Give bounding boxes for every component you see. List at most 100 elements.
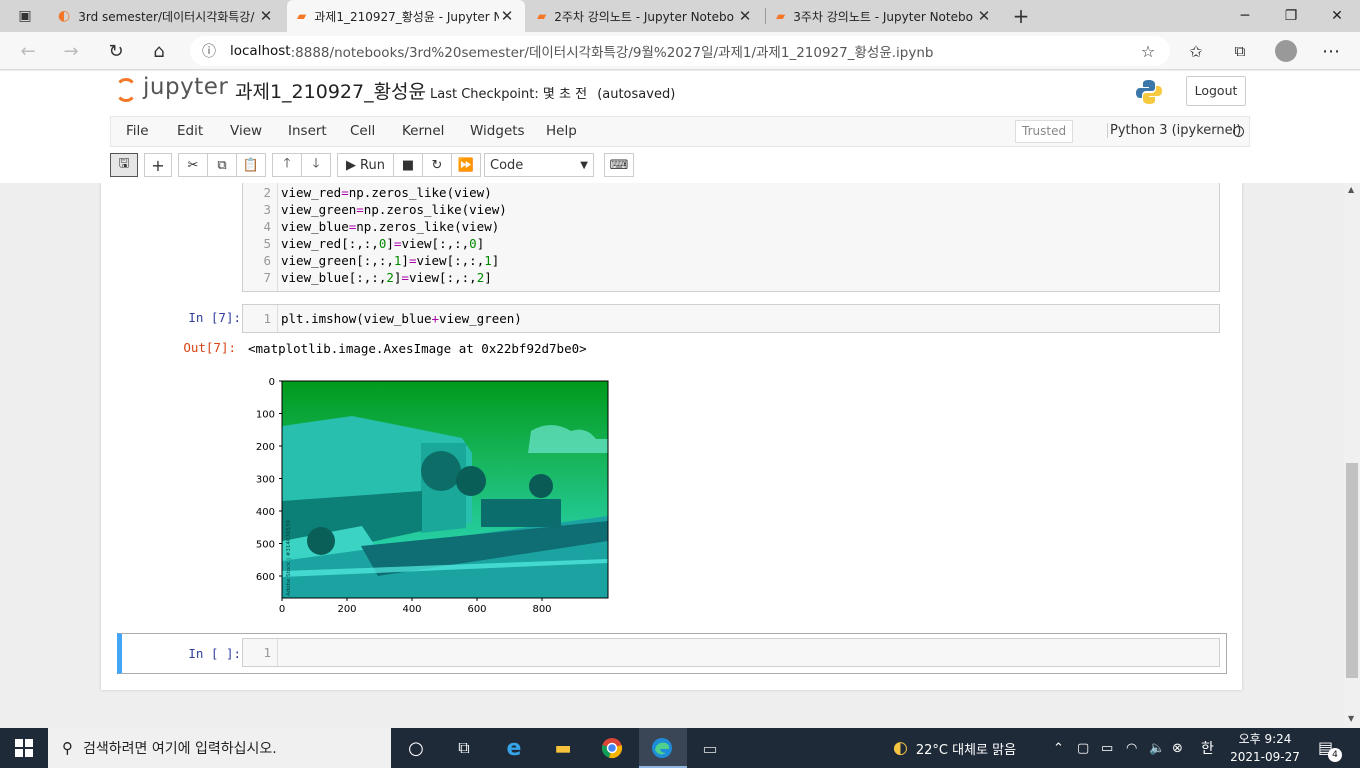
empty-cell-prompt: In [ ]: — [188, 646, 241, 661]
tab-lecture-week2[interactable]: ▰ 2주차 강의노트 - Jupyter Notebo ✕ — [527, 0, 763, 32]
line-number: 3 — [263, 202, 271, 217]
close-tab-icon[interactable]: ✕ — [258, 7, 274, 25]
meet-now-icon[interactable]: ▢ — [1077, 728, 1089, 768]
profile-avatar[interactable] — [1271, 36, 1301, 66]
add-favorite-icon[interactable]: ☆ — [1133, 36, 1163, 66]
move-up-icon[interactable]: 🡑 — [272, 153, 302, 177]
x-axis: 0 200 400 600 800 — [279, 598, 552, 615]
volume-icon[interactable]: 🔈 — [1149, 728, 1165, 768]
scroll-up-icon[interactable]: ▲ — [1348, 185, 1354, 194]
address-bar: ← → ↻ ⌂ ⓘ localhost:8888/notebooks/3rd%2… — [0, 32, 1360, 70]
chrome-icon[interactable] — [600, 736, 624, 760]
code-line: plt.imshow(view_blue+view_green) — [281, 311, 522, 326]
code-cell-7-input[interactable]: 1 plt.imshow(view_blue+view_green) — [242, 304, 1220, 333]
vertical-scrollbar[interactable]: ▲ ▼ — [1344, 183, 1360, 728]
notebook-name[interactable]: 과제1_210927_황성윤 — [235, 77, 426, 104]
y-tick-label: 300 — [256, 475, 275, 486]
scroll-down-icon[interactable]: ▼ — [1348, 714, 1354, 723]
autosave-status: (autosaved) — [597, 87, 676, 102]
notebook-area: 2 view_red=np.zeros_like(view) 3 view_gr… — [0, 183, 1344, 728]
line-number: 5 — [263, 236, 271, 251]
restore-icon[interactable]: ❐ — [1268, 0, 1314, 32]
menu-widgets[interactable]: Widgets — [470, 123, 525, 139]
save-icon[interactable]: 🖫 — [110, 153, 138, 177]
copy-icon[interactable]: ⧉ — [207, 153, 237, 177]
taskbar-search[interactable]: ⚲ 검색하려면 여기에 입력하십시오. — [48, 728, 391, 768]
tab-lecture-week3[interactable]: ▰ 3주차 강의노트 - Jupyter Notebo ✕ — [766, 0, 1002, 32]
collections-icon[interactable]: ⧉ — [1225, 36, 1255, 66]
restart-run-all-icon[interactable]: ⏩ — [451, 153, 481, 177]
y-tick-label: 100 — [256, 410, 275, 421]
menu-edit[interactable]: Edit — [177, 123, 203, 139]
forward-icon[interactable]: → — [56, 36, 86, 66]
scrollbar-thumb[interactable] — [1346, 463, 1358, 678]
task-view-icon[interactable]: ⧉ — [452, 736, 476, 760]
x-tick-label: 600 — [467, 604, 486, 615]
cell-type-select[interactable]: Code ▼ — [484, 153, 594, 177]
line-number: 6 — [263, 253, 271, 268]
menu-cell[interactable]: Cell — [350, 123, 375, 139]
code-line: view_green=np.zeros_like(view) — [281, 202, 507, 217]
close-tab-icon[interactable]: ✕ — [499, 7, 515, 25]
insert-cell-icon[interactable]: + — [144, 153, 172, 177]
weather-widget[interactable]: ◐ 22°C 대체로 맑음 — [893, 728, 1016, 768]
close-tab-icon[interactable]: ✕ — [737, 7, 753, 25]
notebook-tab-icon: ▰ — [537, 9, 547, 23]
tab-notebook-active[interactable]: ▰ 과제1_210927_황성윤 - Jupyter N ✕ — [287, 0, 525, 32]
command-palette-icon[interactable]: ⌨ — [604, 153, 634, 177]
tab-actions-icon[interactable]: ▣ — [13, 4, 37, 28]
x-tick-label: 200 — [337, 604, 356, 615]
favorites-icon[interactable]: ✩ — [1181, 36, 1211, 66]
clock[interactable]: 오후 9:24 2021-09-27 — [1230, 730, 1300, 766]
menu-insert[interactable]: Insert — [288, 123, 327, 139]
jupyter-logo-text[interactable]: jupyter — [143, 74, 228, 100]
run-button[interactable]: ▶ Run — [337, 153, 394, 177]
cut-icon[interactable]: ✂ — [178, 153, 208, 177]
cortana-icon[interactable]: ○ — [404, 736, 428, 760]
logout-button[interactable]: Logout — [1186, 76, 1246, 106]
run-label: Run — [360, 157, 385, 173]
ime-indicator[interactable]: 한 — [1201, 728, 1214, 768]
cell-7-output-text: <matplotlib.image.AxesImage at 0x22bf92d… — [248, 341, 587, 356]
mute-icon[interactable]: ⊗ — [1172, 728, 1183, 768]
close-tab-icon[interactable]: ✕ — [976, 7, 992, 25]
home-icon[interactable]: ⌂ — [144, 36, 174, 66]
code-line: view_red=np.zeros_like(view) — [281, 185, 492, 200]
run-icon: ▶ — [346, 157, 357, 173]
trusted-badge[interactable]: Trusted — [1015, 120, 1074, 143]
show-hidden-icons[interactable]: ⌃ — [1053, 728, 1064, 768]
ie-icon[interactable]: e — [502, 736, 526, 761]
back-icon[interactable]: ← — [13, 36, 43, 66]
restart-icon[interactable]: ↻ — [422, 153, 452, 177]
code-line: view_green[:,:,1]=view[:,:,1] — [281, 253, 500, 268]
menu-help[interactable]: Help — [546, 123, 577, 139]
code-cell-6-input[interactable]: 2 view_red=np.zeros_like(view) 3 view_gr… — [242, 183, 1220, 292]
terminal-icon[interactable]: ▭ — [698, 736, 722, 760]
info-icon[interactable]: ⓘ — [202, 41, 216, 61]
checkpoint-label: Last Checkpoint: 몇 초 전 (autosaved) — [430, 83, 675, 102]
url-field[interactable]: ⓘ localhost:8888/notebooks/3rd%20semeste… — [190, 36, 1170, 66]
more-options-icon[interactable]: ⋯ — [1316, 36, 1346, 66]
tab-jupyter-tree[interactable]: ◐ 3rd semester/데이터시각화특강/ ✕ — [48, 0, 284, 32]
paste-icon[interactable]: 📋 — [236, 153, 266, 177]
close-window-icon[interactable]: ✕ — [1314, 0, 1360, 32]
menu-view[interactable]: View — [230, 123, 262, 139]
python-logo-icon — [1135, 78, 1163, 106]
kernel-name[interactable]: Python 3 (ipykernel) — [1107, 123, 1241, 138]
menu-bar: File Edit View Insert Cell Kernel Widget… — [110, 116, 1250, 147]
notebook-tab-icon: ▰ — [297, 9, 307, 23]
wifi-icon[interactable]: ◠ — [1126, 728, 1137, 768]
minimize-icon[interactable]: ─ — [1222, 0, 1268, 32]
windows-start-icon[interactable] — [12, 736, 36, 760]
empty-cell-input[interactable]: 1 — [242, 638, 1220, 667]
weather-text: 22°C 대체로 맑음 — [915, 742, 1017, 758]
interrupt-icon[interactable]: ■ — [393, 153, 423, 177]
move-down-icon[interactable]: 🡓 — [301, 153, 331, 177]
edge-icon[interactable] — [650, 736, 674, 760]
refresh-icon[interactable]: ↻ — [101, 36, 131, 66]
new-tab-icon[interactable]: + — [1009, 4, 1033, 28]
battery-icon[interactable]: ▭ — [1101, 728, 1113, 768]
file-explorer-icon[interactable]: ▬ — [551, 736, 575, 760]
menu-file[interactable]: File — [126, 123, 149, 139]
menu-kernel[interactable]: Kernel — [402, 123, 444, 139]
